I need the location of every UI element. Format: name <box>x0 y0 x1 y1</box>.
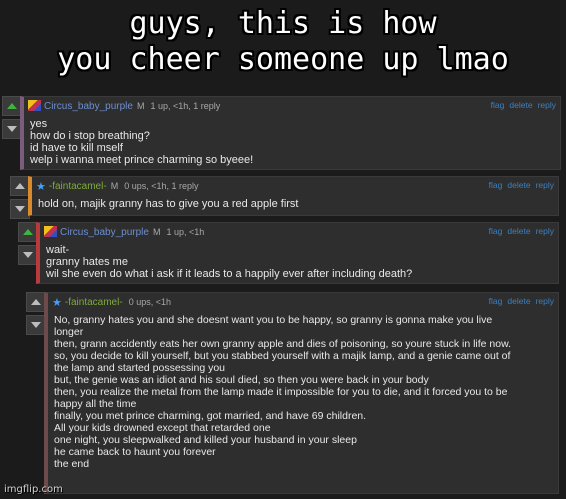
vote-controls <box>18 222 38 268</box>
imgflip-watermark: imgflip.com <box>4 484 63 495</box>
flag-link[interactable]: flag <box>491 100 505 110</box>
comment-line: the end <box>54 458 90 470</box>
caption-line-2: you cheer someone up lmao <box>57 42 509 77</box>
reply-link[interactable]: reply <box>536 180 554 190</box>
upvote-arrow-icon <box>7 103 17 109</box>
flag-link[interactable]: flag <box>489 296 503 306</box>
flag-link[interactable]: flag <box>489 226 503 236</box>
comment-line: he came back to haunt you forever <box>54 446 216 458</box>
reply-link[interactable]: reply <box>536 296 554 306</box>
user-avatar-icon[interactable] <box>44 226 57 237</box>
reply-link[interactable]: reply <box>536 226 554 236</box>
comment-2: ★ -faintacamel- M 0 ups, <1h, 1 reply flag d… <box>10 176 560 220</box>
comment-line: finally, you met prince charming, got ma… <box>54 410 367 422</box>
vote-controls <box>26 292 46 338</box>
caption-line-1: guys, this is how <box>129 6 437 41</box>
downvote-button[interactable] <box>10 199 30 219</box>
comment-box: ★ -faintacamel- 0 ups, <1h flag delete reply… <box>44 292 559 494</box>
user-rank: M <box>136 101 145 111</box>
upvote-button[interactable] <box>10 176 30 196</box>
star-icon: ★ <box>36 181 46 193</box>
comment-line: how do i stop breathing? <box>30 130 150 142</box>
comment-box: Circus_baby_purple M 1 up, <1h, 1 reply fl… <box>20 96 561 170</box>
comment-line: the lamp and started possessing you <box>54 362 226 374</box>
meme-caption: guys, this is how you cheer someone up l… <box>0 6 566 78</box>
downvote-button[interactable] <box>2 119 22 139</box>
comment-line: one night, you sleepwalked and killed yo… <box>54 434 357 446</box>
comment-header: Circus_baby_purple M 1 up, <1h, 1 reply fl… <box>24 97 560 116</box>
comment-actions: flag delete reply <box>484 296 554 306</box>
vote-controls <box>10 176 30 222</box>
comment-body: hold on, majik granny has to give you a … <box>32 196 558 214</box>
user-rank: M <box>110 181 119 191</box>
username-link[interactable]: Circus_baby_purple <box>60 227 149 238</box>
username-link[interactable]: -faintacamel- <box>49 181 107 192</box>
comment-line: hold on, majik granny has to give you a … <box>38 198 299 210</box>
comment-line: then, you realize the metal from the lam… <box>54 386 508 398</box>
reply-link[interactable]: reply <box>538 100 556 110</box>
comment-header: ★ -faintacamel- M 0 ups, <1h, 1 reply flag d… <box>32 177 558 196</box>
downvote-arrow-icon <box>23 252 33 258</box>
upvote-arrow-icon <box>31 299 41 305</box>
comment-line: happy all the time <box>54 398 137 410</box>
upvote-arrow-icon <box>23 229 33 235</box>
comment-meta: 1 up, <1h <box>166 227 205 237</box>
upvote-arrow-icon <box>15 183 25 189</box>
comment-line: welp i wanna meet prince charming so bye… <box>30 154 254 166</box>
user-rank: M <box>152 227 161 237</box>
upvote-button[interactable] <box>26 292 46 312</box>
comment-box: ★ -faintacamel- M 0 ups, <1h, 1 reply flag d… <box>28 176 559 216</box>
comment-line: wait- <box>46 244 70 256</box>
user-avatar-icon[interactable] <box>28 100 41 111</box>
comment-body: yes how do i stop breathing? id have to … <box>24 116 560 170</box>
comment-line: All your kids drowned except that retard… <box>54 422 271 434</box>
comment-body: wait- granny hates me wil she even do wh… <box>40 242 558 284</box>
comment-meta: 0 ups, <1h, 1 reply <box>124 181 199 191</box>
flag-link[interactable]: flag <box>489 180 503 190</box>
delete-link[interactable]: delete <box>507 296 530 306</box>
comment-line: longer <box>54 326 84 338</box>
comment-1: Circus_baby_purple M 1 up, <1h, 1 reply fl… <box>2 96 562 172</box>
comment-body: No, granny hates you and she doesnt want… <box>48 312 558 474</box>
downvote-button[interactable] <box>18 245 38 265</box>
delete-link[interactable]: delete <box>507 180 530 190</box>
comment-actions: flag delete reply <box>486 100 556 110</box>
delete-link[interactable]: delete <box>507 226 530 236</box>
downvote-arrow-icon <box>31 322 41 328</box>
comment-header: Circus_baby_purple M 1 up, <1h flag delete r… <box>40 223 558 242</box>
comment-actions: flag delete reply <box>484 180 554 190</box>
delete-link[interactable]: delete <box>509 100 532 110</box>
star-icon: ★ <box>52 297 62 309</box>
comment-box: Circus_baby_purple M 1 up, <1h flag delete r… <box>36 222 559 284</box>
comment-3: Circus_baby_purple M 1 up, <1h flag delete r… <box>18 222 562 286</box>
vote-controls <box>2 96 22 142</box>
comment-header: ★ -faintacamel- 0 ups, <1h flag delete reply <box>48 293 558 312</box>
comment-4: ★ -faintacamel- 0 ups, <1h flag delete reply… <box>26 292 562 499</box>
comment-line: then, grann accidently eats her own gran… <box>54 338 512 350</box>
downvote-button[interactable] <box>26 315 46 335</box>
downvote-arrow-icon <box>7 126 17 132</box>
upvote-button[interactable] <box>2 96 22 116</box>
comment-line: so, you decide to kill yourself, but you… <box>54 350 511 362</box>
username-link[interactable]: Circus_baby_purple <box>44 101 133 112</box>
comment-line: id have to kill mself <box>30 142 123 154</box>
comment-line: wil she even do what i ask if it leads t… <box>46 268 413 280</box>
comment-line: yes <box>30 118 48 130</box>
comment-meta: 1 up, <1h, 1 reply <box>150 101 221 111</box>
comment-line: granny hates me <box>46 256 128 268</box>
comment-thread: Circus_baby_purple M 1 up, <1h, 1 reply fl… <box>0 86 566 499</box>
comment-line: but, the genie was an idiot and his soul… <box>54 374 429 386</box>
downvote-arrow-icon <box>15 206 25 212</box>
comment-meta: 0 ups, <1h <box>128 297 171 307</box>
comment-line: No, granny hates you and she doesnt want… <box>54 314 493 326</box>
comment-actions: flag delete reply <box>484 226 554 236</box>
upvote-button[interactable] <box>18 222 38 242</box>
username-link[interactable]: -faintacamel- <box>65 297 123 308</box>
